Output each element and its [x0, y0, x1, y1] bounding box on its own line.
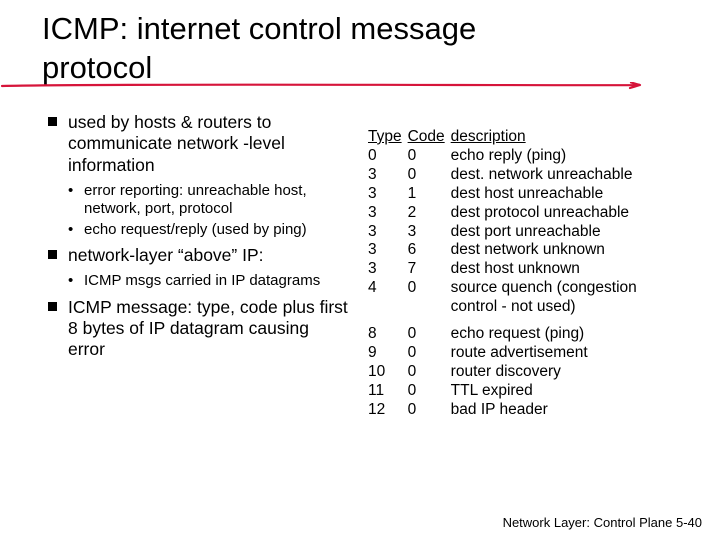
title-line-2: protocol — [42, 50, 152, 85]
bullet-network-layer: network-layer “above” IP: — [48, 245, 348, 266]
bullet-text: used by hosts & routers to communicate n… — [68, 112, 285, 175]
col-header-code: Code — [408, 128, 451, 147]
cell-desc: dest port unreachable — [451, 223, 667, 242]
cell-type: 3 — [368, 260, 408, 279]
icmp-table: Type Code description 00echo reply (ping… — [368, 128, 667, 420]
dot-bullet-icon: • — [68, 221, 73, 239]
cell-desc: dest host unknown — [451, 260, 667, 279]
slide-title: ICMP: internet control message protocol — [42, 10, 476, 88]
cell-desc: echo request (ping) — [451, 325, 667, 344]
cell-code: 1 — [408, 185, 451, 204]
cell-type: 3 — [368, 223, 408, 242]
cell-code: 6 — [408, 241, 451, 260]
cell-code: 0 — [408, 279, 451, 317]
cell-type: 11 — [368, 382, 408, 401]
table-row: 110TTL expired — [368, 382, 667, 401]
col-header-type: Type — [368, 128, 408, 147]
cell-desc: source quench (congestion control - not … — [451, 279, 667, 317]
cell-code: 0 — [408, 363, 451, 382]
cell-type: 3 — [368, 166, 408, 185]
table-row: 33dest port unreachable — [368, 223, 667, 242]
table-row: 90route advertisement — [368, 344, 667, 363]
cell-type: 10 — [368, 363, 408, 382]
table-row: 30dest. network unreachable — [368, 166, 667, 185]
cell-type: 9 — [368, 344, 408, 363]
cell-type: 3 — [368, 241, 408, 260]
square-bullet-icon — [48, 302, 57, 311]
subbullet-text: echo request/reply (used by ping) — [84, 221, 307, 238]
table-row: 100router discovery — [368, 363, 667, 382]
cell-type: 3 — [368, 204, 408, 223]
col-header-desc: description — [451, 128, 667, 147]
table-header-row: Type Code description — [368, 128, 667, 147]
table-row: 36dest network unknown — [368, 241, 667, 260]
subbullet-text: ICMP msgs carried in IP datagrams — [84, 272, 320, 289]
table-gap — [368, 317, 667, 325]
table-row: 37dest host unknown — [368, 260, 667, 279]
left-column: used by hosts & routers to communicate n… — [48, 112, 348, 367]
square-bullet-icon — [48, 117, 57, 126]
cell-desc: dest protocol unreachable — [451, 204, 667, 223]
cell-code: 0 — [408, 382, 451, 401]
cell-desc: dest network unknown — [451, 241, 667, 260]
slide: ICMP: internet control message protocol … — [0, 0, 720, 540]
bullet-used-by-hosts: used by hosts & routers to communicate n… — [48, 112, 348, 176]
table-row: 40source quench (congestion control - no… — [368, 279, 667, 317]
square-bullet-icon — [48, 250, 57, 259]
cell-code: 2 — [408, 204, 451, 223]
cell-code: 7 — [408, 260, 451, 279]
cell-code: 0 — [408, 166, 451, 185]
cell-desc: echo reply (ping) — [451, 147, 667, 166]
dot-bullet-icon: • — [68, 182, 73, 200]
subbullet-icmp-msgs: • ICMP msgs carried in IP datagrams — [48, 272, 348, 290]
cell-code: 0 — [408, 147, 451, 166]
cell-code: 0 — [408, 325, 451, 344]
table-row: 32dest protocol unreachable — [368, 204, 667, 223]
table-row: 31dest host unreachable — [368, 185, 667, 204]
cell-desc: TTL expired — [451, 382, 667, 401]
subbullet-text: error reporting: unreachable host, netwo… — [84, 182, 307, 217]
bullet-text: ICMP message: type, code plus first 8 by… — [68, 297, 348, 360]
cell-desc: dest host unreachable — [451, 185, 667, 204]
cell-type: 8 — [368, 325, 408, 344]
title-line-1: ICMP: internet control message — [42, 11, 476, 46]
cell-code: 0 — [408, 344, 451, 363]
right-column: Type Code description 00echo reply (ping… — [368, 128, 667, 420]
subbullet-error-reporting: • error reporting: unreachable host, net… — [48, 182, 348, 219]
cell-type: 0 — [368, 147, 408, 166]
cell-desc: router discovery — [451, 363, 667, 382]
cell-type: 12 — [368, 401, 408, 420]
cell-type: 3 — [368, 185, 408, 204]
cell-type: 4 — [368, 279, 408, 317]
cell-code: 0 — [408, 401, 451, 420]
cell-code: 3 — [408, 223, 451, 242]
slide-footer: Network Layer: Control Plane 5-40 — [503, 515, 702, 530]
subbullet-echo: • echo request/reply (used by ping) — [48, 221, 348, 239]
table-row: 120bad IP header — [368, 401, 667, 420]
cell-desc: route advertisement — [451, 344, 667, 363]
cell-desc: dest. network unreachable — [451, 166, 667, 185]
bullet-text: network-layer “above” IP: — [68, 245, 264, 265]
table-row: 00echo reply (ping) — [368, 147, 667, 166]
table-row: 80echo request (ping) — [368, 325, 667, 344]
bullet-icmp-message: ICMP message: type, code plus first 8 by… — [48, 297, 348, 361]
cell-desc: bad IP header — [451, 401, 667, 420]
dot-bullet-icon: • — [68, 272, 73, 290]
